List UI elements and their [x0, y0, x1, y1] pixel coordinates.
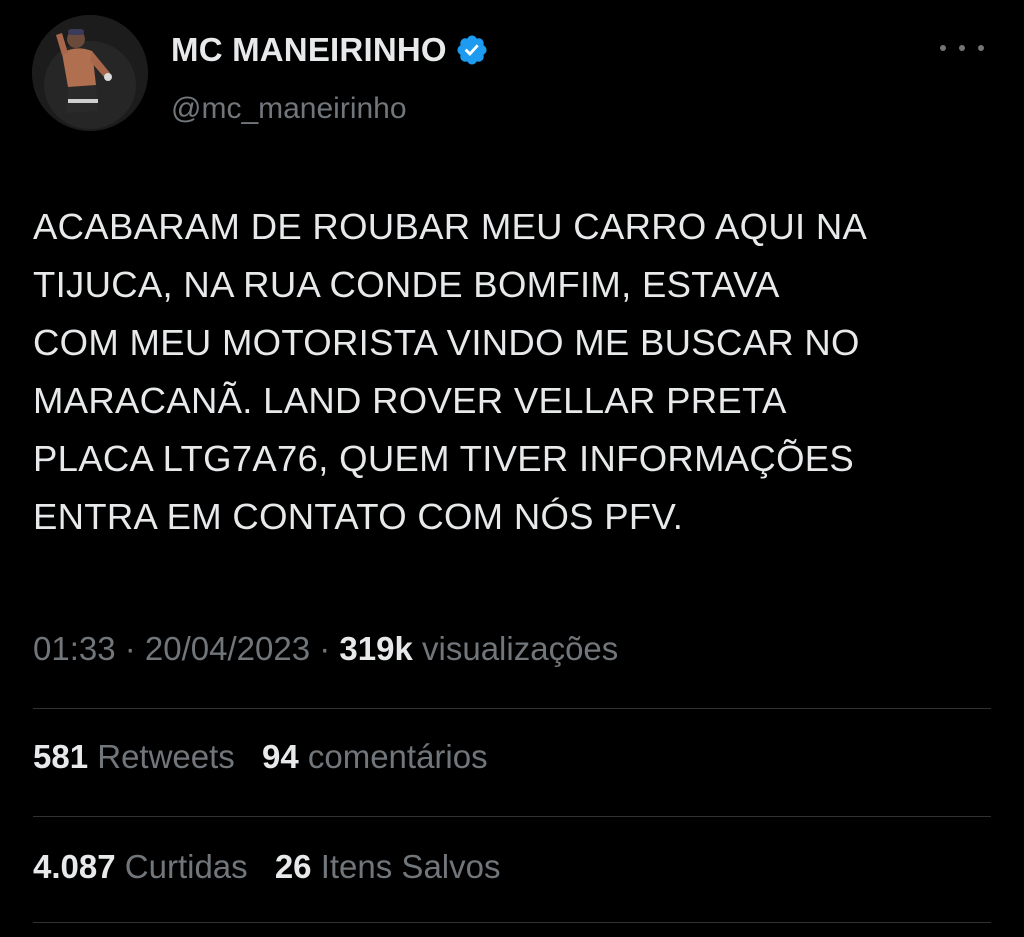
tweet-text: ACABARAM DE ROUBAR MEU CARRO AQUI NA TIJ… — [33, 206, 868, 537]
meta-separator: · — [115, 630, 145, 667]
views-label: visualizações — [422, 630, 619, 667]
stats-row-likes: 4.087 Curtidas 26 Itens Salvos — [33, 848, 518, 886]
stats-row-engagement: 581 Retweets 94 comentários — [33, 738, 506, 776]
divider — [33, 708, 991, 709]
comments-count: 94 — [261, 738, 299, 775]
tweet-meta: 01:33 · 20/04/2023 · 319k visualizações — [33, 630, 618, 668]
divider — [33, 922, 991, 923]
more-dot — [959, 45, 965, 51]
comments-stat[interactable]: 94 comentários — [262, 738, 488, 775]
saves-stat[interactable]: 26 Itens Salvos — [275, 848, 501, 885]
retweets-label: Retweets — [97, 738, 235, 775]
views-count: 319k — [339, 630, 413, 667]
retweets-stat[interactable]: 581 Retweets — [33, 738, 235, 775]
tweet-detail: MC MANEIRINHO @mc_maneirinho ACABARAM DE… — [0, 0, 1024, 937]
divider — [33, 816, 991, 817]
more-dot — [978, 45, 984, 51]
user-handle[interactable]: @mc_maneirinho — [171, 92, 407, 126]
more-dot — [940, 45, 946, 51]
likes-count: 4.087 — [33, 848, 116, 885]
tweet-header: MC MANEIRINHO @mc_maneirinho — [32, 14, 992, 134]
likes-label: Curtidas — [124, 848, 248, 885]
display-name[interactable]: MC MANEIRINHO — [171, 31, 447, 69]
saves-label: Itens Salvos — [320, 848, 501, 885]
tweet-date[interactable]: 20/04/2023 — [145, 630, 310, 667]
verified-badge-icon — [455, 33, 489, 67]
name-row: MC MANEIRINHO — [171, 30, 489, 70]
comments-label: comentários — [307, 738, 488, 775]
likes-stat[interactable]: 4.087 Curtidas — [33, 848, 248, 885]
more-options-icon[interactable] — [940, 36, 984, 60]
saves-count: 26 — [274, 848, 312, 885]
tweet-time[interactable]: 01:33 — [33, 630, 116, 667]
meta-separator: · — [310, 630, 340, 667]
avatar-image — [32, 15, 148, 131]
retweets-count: 581 — [33, 738, 89, 775]
avatar[interactable] — [32, 15, 148, 131]
